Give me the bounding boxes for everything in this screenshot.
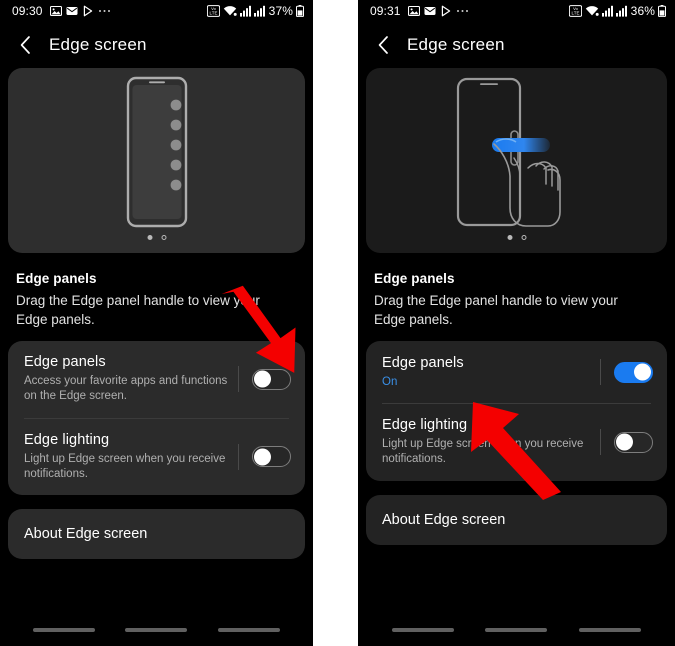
navigation-bar: [358, 620, 675, 646]
wifi-icon: [223, 5, 237, 17]
setting-title: Edge panels: [24, 354, 106, 371]
toggle-separator: [600, 359, 601, 386]
setting-row-edge-lighting[interactable]: Edge lighting Light up Edge screen when …: [366, 404, 667, 480]
wifi-icon: [585, 5, 599, 17]
page-title: Edge screen: [49, 35, 147, 54]
section-description: Drag the Edge panel handle to view your …: [374, 293, 618, 328]
nav-recents-button[interactable]: [391, 628, 454, 632]
page-indicator-dot-inactive[interactable]: [521, 235, 526, 240]
page-indicator-dot-active[interactable]: [147, 235, 152, 240]
toggle-separator: [238, 366, 239, 393]
status-bar: 09:31 Vo LTE 36%: [358, 0, 675, 22]
nav-recents-button[interactable]: [33, 628, 96, 632]
svg-text:LTE: LTE: [209, 11, 217, 16]
toggle-knob: [616, 433, 633, 451]
title-bar: Edge screen: [358, 22, 675, 68]
signal-sim1-icon: [239, 5, 251, 17]
setting-subtitle: On: [382, 375, 398, 388]
back-chevron-icon[interactable]: [372, 34, 394, 56]
signal-sim1-icon: [601, 5, 613, 17]
setting-row-edge-panels[interactable]: Edge panels Access your favorite apps an…: [8, 341, 305, 417]
section-header: Edge panels Drag the Edge panel handle t…: [358, 253, 675, 341]
comparison-stage: 09:30 Vo LTE 37% Edge screen Edge panels…: [0, 0, 675, 646]
overflow-icon: [456, 5, 469, 17]
image-icon: [407, 5, 420, 17]
settings-card: Edge panels On Edge lighting Light up Ed…: [366, 341, 667, 481]
setting-subtitle: Access your favorite apps and functions …: [24, 375, 228, 403]
battery-percent-label: 36%: [630, 4, 655, 18]
nav-home-button[interactable]: [125, 628, 188, 632]
status-bar-time: 09:31: [370, 4, 401, 18]
volte-icon: Vo LTE: [206, 5, 220, 17]
svg-text:LTE: LTE: [571, 11, 579, 16]
edge-panels-toggle[interactable]: [252, 368, 291, 390]
status-bar: 09:30 Vo LTE 37%: [0, 0, 313, 22]
panel-separator: [313, 0, 358, 646]
page-indicator: [147, 235, 166, 240]
section-title: Edge panels: [374, 271, 455, 286]
battery-percent-label: 37%: [268, 4, 293, 18]
setting-title: Edge lighting: [24, 431, 110, 448]
setting-row-edge-lighting[interactable]: Edge lighting Light up Edge screen when …: [8, 419, 305, 495]
setting-title: Edge panels: [382, 354, 464, 371]
setting-subtitle: Light up Edge screen when you receive no…: [382, 438, 584, 466]
edge-panel-illustration: [8, 68, 305, 253]
overflow-icon: [98, 5, 111, 17]
image-icon: [49, 5, 62, 17]
title-bar: Edge screen: [0, 22, 313, 68]
email-icon: [66, 5, 78, 17]
section-description: Drag the Edge panel handle to view your …: [16, 293, 260, 328]
nav-home-button[interactable]: [485, 628, 548, 632]
battery-icon: [296, 5, 304, 18]
signal-sim2-icon: [253, 5, 265, 17]
page-title: Edge screen: [407, 35, 505, 54]
signal-sim2-icon: [615, 5, 627, 17]
play-store-icon: [82, 5, 94, 17]
nav-back-button[interactable]: [217, 628, 280, 632]
about-edge-screen-button[interactable]: About Edge screen: [8, 509, 305, 559]
play-store-icon: [440, 5, 452, 17]
edge-lighting-toggle[interactable]: [252, 446, 291, 468]
edge-lighting-toggle[interactable]: [614, 431, 653, 453]
toggle-knob: [254, 370, 271, 388]
section-header: Edge panels Drag the Edge panel handle t…: [0, 253, 313, 341]
edge-panels-toggle[interactable]: [614, 361, 653, 383]
email-icon: [424, 5, 436, 17]
page-indicator-dot-active[interactable]: [507, 235, 512, 240]
status-bar-time: 09:30: [12, 4, 43, 18]
volte-icon: Vo LTE: [568, 5, 582, 17]
setting-row-edge-panels[interactable]: Edge panels On: [366, 341, 667, 403]
toggle-separator: [600, 429, 601, 456]
page-indicator: [507, 235, 526, 240]
nav-back-button[interactable]: [579, 628, 642, 632]
about-edge-screen-button[interactable]: About Edge screen: [366, 494, 667, 545]
phone-screenshot-after: 09:31 Vo LTE 36% Edge screen Edge panels…: [358, 0, 675, 646]
toggle-knob: [634, 363, 651, 381]
setting-title: Edge lighting: [382, 417, 468, 434]
section-title: Edge panels: [16, 271, 97, 286]
setting-subtitle: Light up Edge screen when you receive no…: [24, 452, 226, 480]
back-chevron-icon[interactable]: [14, 34, 36, 56]
settings-card: Edge panels Access your favorite apps an…: [8, 341, 305, 495]
navigation-bar: [0, 620, 313, 646]
edge-panel-drag-illustration: [366, 68, 667, 253]
toggle-knob: [254, 448, 271, 466]
battery-icon: [658, 5, 666, 18]
page-indicator-dot-inactive[interactable]: [161, 235, 166, 240]
toggle-separator: [238, 443, 239, 470]
phone-screenshot-before: 09:30 Vo LTE 37% Edge screen Edge panels…: [0, 0, 313, 646]
